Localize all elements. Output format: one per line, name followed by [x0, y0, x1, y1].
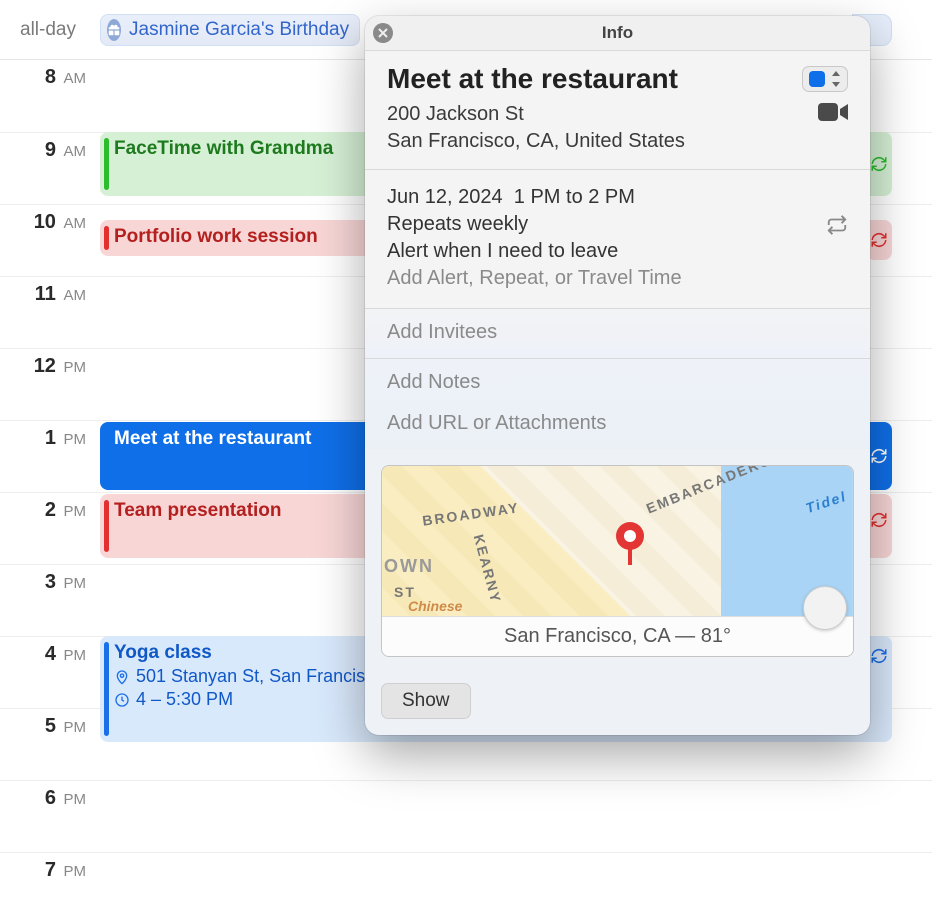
calendar-color-picker[interactable] — [802, 66, 848, 92]
popover-title-label: Info — [602, 23, 633, 43]
popover-footer: Show — [365, 673, 870, 735]
add-url-attachments-button[interactable]: Add URL or Attachments — [387, 412, 848, 435]
event-title-label: Yoga class — [114, 642, 212, 663]
map-label: Chinese — [408, 598, 462, 614]
notes-section: Add Notes Add URL or Attachments — [365, 358, 870, 449]
event-title-label: Meet at the restaurant — [114, 428, 311, 449]
show-button[interactable]: Show — [381, 683, 471, 719]
location-pin-icon — [114, 669, 130, 685]
repeat-icon — [826, 214, 848, 236]
hour-label: 5 PM — [0, 709, 100, 780]
hour-label: 6 PM — [0, 781, 100, 852]
map-label: OWN — [384, 556, 434, 577]
close-button[interactable] — [373, 23, 393, 43]
hour-label: 1 PM — [0, 421, 100, 492]
map-section: BROADWAY EMBARCADERO KEARNY OWN ST Tidel… — [365, 449, 870, 673]
chevron-up-down-icon — [831, 71, 841, 87]
hour-label: 7 PM — [0, 853, 100, 924]
add-notes-button[interactable]: Add Notes — [387, 371, 848, 394]
popover-header: Info — [365, 16, 870, 50]
hour-label: 9 AM — [0, 133, 100, 204]
invitees-section: Add Invitees — [365, 308, 870, 358]
map-weather-label: San Francisco, CA — 81° — [382, 616, 853, 656]
street-label: BROADWAY — [421, 499, 520, 528]
all-day-event-birthday[interactable]: Jasmine Garcia's Birthday — [100, 14, 360, 46]
event-title-field[interactable]: Meet at the restaurant — [387, 63, 678, 95]
event-title-label: Portfolio work session — [114, 226, 318, 247]
event-alert-field[interactable]: Alert when I need to leave — [387, 240, 618, 263]
clock-icon — [114, 692, 130, 708]
map-preview[interactable]: BROADWAY EMBARCADERO KEARNY OWN ST Tidel… — [381, 465, 854, 657]
street-label: KEARNY — [471, 533, 505, 606]
close-icon — [378, 28, 388, 38]
event-title-label: FaceTime with Grandma — [114, 138, 333, 159]
hour-label: 10 AM — [0, 205, 100, 276]
event-location-label: 501 Stanyan St, San Francisco — [136, 666, 384, 687]
street-label: EMBARCADERO — [644, 465, 774, 517]
all-day-label: all-day — [20, 19, 100, 41]
event-datetime-field[interactable]: Jun 12, 2024 1 PM to 2 PM — [387, 186, 635, 209]
event-time-label: 4 – 5:30 PM — [136, 689, 233, 710]
map-canvas: BROADWAY EMBARCADERO KEARNY OWN ST Tidel… — [382, 466, 853, 616]
title-section: Meet at the restaurant 200 Jackson St Sa… — [365, 50, 870, 169]
datetime-section: Jun 12, 2024 1 PM to 2 PM Repeats weekly… — [365, 169, 870, 308]
map-compass-icon[interactable] — [803, 586, 847, 630]
hour-label: 2 PM — [0, 493, 100, 564]
hour-label: 8 AM — [0, 60, 100, 132]
hour-label: 3 PM — [0, 565, 100, 636]
map-label: Tidel — [803, 488, 848, 516]
event-location-field[interactable]: 200 Jackson St San Francisco, CA, United… — [387, 101, 685, 155]
event-repeat-field[interactable]: Repeats weekly — [387, 213, 528, 236]
hour-label: 12 PM — [0, 349, 100, 420]
map-pin-icon — [612, 521, 648, 567]
gift-icon — [107, 19, 121, 41]
hour-label: 4 PM — [0, 637, 100, 708]
video-call-icon[interactable] — [818, 101, 848, 123]
event-title-label: Team presentation — [114, 500, 282, 521]
hour-label: 11 AM — [0, 277, 100, 348]
event-info-popover: Info Meet at the restaurant 200 Jackson … — [365, 16, 870, 735]
all-day-event-label: Jasmine Garcia's Birthday — [129, 19, 349, 41]
calendar-color-swatch — [809, 71, 825, 87]
add-alert-repeat-travel-button[interactable]: Add Alert, Repeat, or Travel Time — [387, 267, 682, 290]
add-invitees-button[interactable]: Add Invitees — [387, 321, 848, 344]
